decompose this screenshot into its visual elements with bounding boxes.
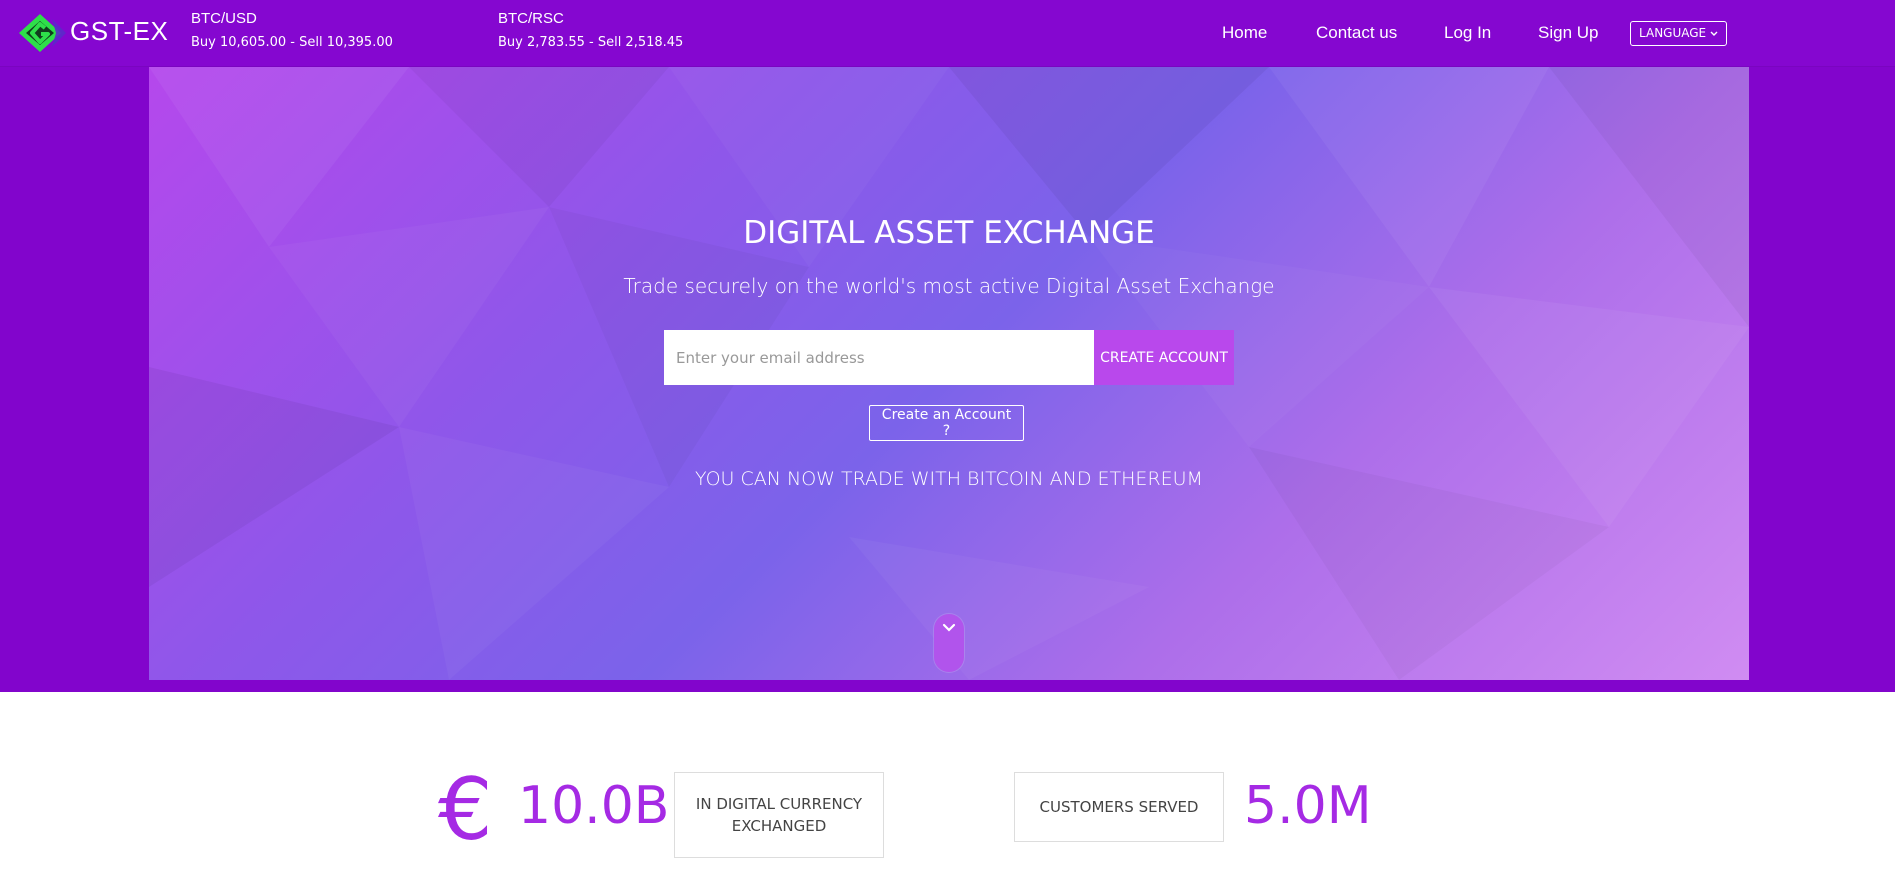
create-account-link-button[interactable]: Create an Account ? xyxy=(869,405,1024,441)
brand-name[interactable]: GST-EX xyxy=(70,16,168,47)
exchanged-label-text: IN DIGITAL CURRENCY EXCHANGED xyxy=(695,795,863,835)
email-field[interactable] xyxy=(664,330,1094,385)
ticker-pair: BTC/RSC xyxy=(498,10,564,27)
header-background: GST-EX BTC/USD Buy 10,605.00 - Sell 10,3… xyxy=(0,0,1895,692)
gst-ex-logo-icon[interactable] xyxy=(18,13,68,53)
language-label: LANGUAGE xyxy=(1639,26,1707,40)
nav-home-link[interactable]: Home xyxy=(1222,23,1267,43)
hero-title: DIGITAL ASSET EXCHANGE xyxy=(743,215,1155,251)
ticker-quote: Buy 2,783.55 - Sell 2,518.45 xyxy=(498,35,684,50)
nav-contact-link[interactable]: Contact us xyxy=(1316,23,1397,43)
ticker-pair: BTC/USD xyxy=(191,10,257,27)
nav-login-link[interactable]: Log In xyxy=(1444,23,1491,43)
customers-label-text: CUSTOMERS SERVED xyxy=(1039,798,1199,816)
scroll-down-button[interactable] xyxy=(934,614,964,672)
hero-banner: DIGITAL ASSET EXCHANGE Trade securely on… xyxy=(149,67,1749,680)
customers-label: CUSTOMERS SERVED xyxy=(1014,772,1224,842)
ticker-quote: Buy 10,605.00 - Sell 10,395.00 xyxy=(191,35,393,50)
navbar: GST-EX BTC/USD Buy 10,605.00 - Sell 10,3… xyxy=(0,0,1895,67)
ticker-btc-usd: BTC/USD Buy 10,605.00 - Sell 10,395.00 xyxy=(191,10,393,50)
euro-icon: € xyxy=(438,760,493,860)
create-account-button[interactable]: CREATE ACCOUNT xyxy=(1094,330,1234,385)
hero-announcement: YOU CAN NOW TRADE WITH BITCOIN AND ETHER… xyxy=(695,468,1203,490)
ticker-btc-rsc: BTC/RSC Buy 2,783.55 - Sell 2,518.45 xyxy=(498,10,683,50)
exchanged-value: 10.0B xyxy=(518,776,670,836)
exchanged-label: IN DIGITAL CURRENCY EXCHANGED xyxy=(674,772,884,858)
chevron-down-icon xyxy=(1710,26,1718,40)
hero-subtitle: Trade securely on the world's most activ… xyxy=(623,274,1275,298)
language-dropdown[interactable]: LANGUAGE xyxy=(1630,21,1727,46)
stats-section: € 10.0B IN DIGITAL CURRENCY EXCHANGED CU… xyxy=(0,692,1895,882)
chevron-down-icon xyxy=(942,623,956,632)
nav-signup-link[interactable]: Sign Up xyxy=(1538,23,1598,43)
customers-value: 5.0M xyxy=(1244,776,1372,836)
